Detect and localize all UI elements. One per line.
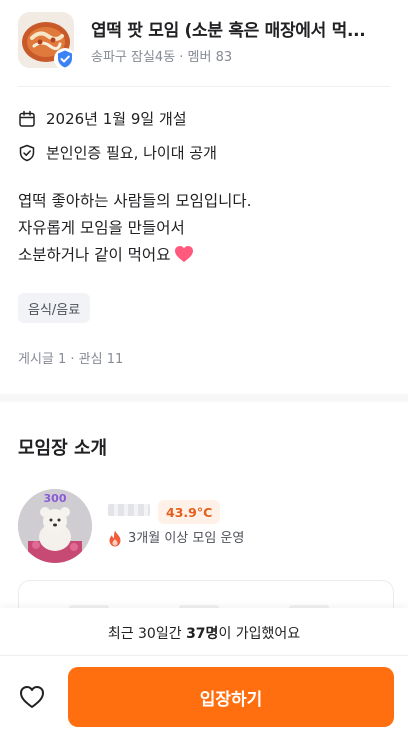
description-line-text: 소분하거나 같이 먹어요 xyxy=(18,246,171,264)
join-count: 37명 xyxy=(186,626,219,642)
flame-icon xyxy=(109,530,121,547)
description-line: 자유롭게 모임을 만들어서 xyxy=(18,219,185,237)
shield-check-icon xyxy=(18,144,36,162)
host-experience-text: 3개월 이상 모임 운영 xyxy=(128,531,245,546)
host-name-blurred[interactable] xyxy=(108,504,150,516)
created-date: 2026년 1월 9일 개설 xyxy=(46,110,187,128)
post-stats: 게시글 1 · 관심 11 xyxy=(18,352,124,367)
host-experience: 3개월 이상 모임 운영 xyxy=(108,528,256,549)
requirements-text: 본인인증 필요, 나이대 공개 xyxy=(46,144,217,162)
like-button[interactable] xyxy=(14,679,50,715)
bottom-divider xyxy=(0,655,408,656)
host-section-title: 모임장 소개 xyxy=(18,438,108,459)
calendar-icon xyxy=(18,110,36,128)
heart-emoji-icon xyxy=(175,246,194,262)
group-subtitle: 송파구 잠실4동 · 멤버 83 xyxy=(91,50,233,65)
avatar-badge-number: 300 xyxy=(44,492,67,505)
verified-badge xyxy=(54,48,76,70)
group-header: 엽떡 팟 모임 (소분 혹은 매장에서 먹... 송파구 잠실4동 · 멤버 8… xyxy=(18,12,398,74)
section-separator xyxy=(0,394,408,402)
verified-badge-icon xyxy=(58,50,72,68)
category-tag[interactable]: 음식/음료 xyxy=(18,293,91,323)
created-date-row: 2026년 1월 9일 개설 xyxy=(18,108,187,129)
teddy-bear-avatar-icon: 300 xyxy=(18,489,92,563)
group-title: 엽떡 팟 모임 (소분 혹은 매장에서 먹... xyxy=(91,21,366,41)
enter-group-button[interactable]: 입장하기 xyxy=(68,667,394,727)
heart-outline-icon xyxy=(20,686,44,708)
manner-temperature-badge: 43.9°C xyxy=(158,500,221,524)
recent-join-notice: 최근 30일간 37명이 가입했어요 xyxy=(0,623,408,643)
group-description: 엽떡 좋아하는 사람들의 모임입니다. 자유롭게 모임을 만들어서 소분하거나 … xyxy=(18,188,252,269)
divider xyxy=(18,86,390,87)
host-avatar[interactable]: 300 xyxy=(18,489,92,563)
join-prefix: 최근 30일간 xyxy=(107,626,187,642)
description-line-last: 소분하거나 같이 먹어요 xyxy=(18,242,252,269)
requirements-row: 본인인증 필요, 나이대 공개 xyxy=(18,142,217,163)
description-line: 엽떡 좋아하는 사람들의 모임입니다. xyxy=(18,192,252,210)
join-suffix: 이 가입했어요 xyxy=(218,626,301,642)
